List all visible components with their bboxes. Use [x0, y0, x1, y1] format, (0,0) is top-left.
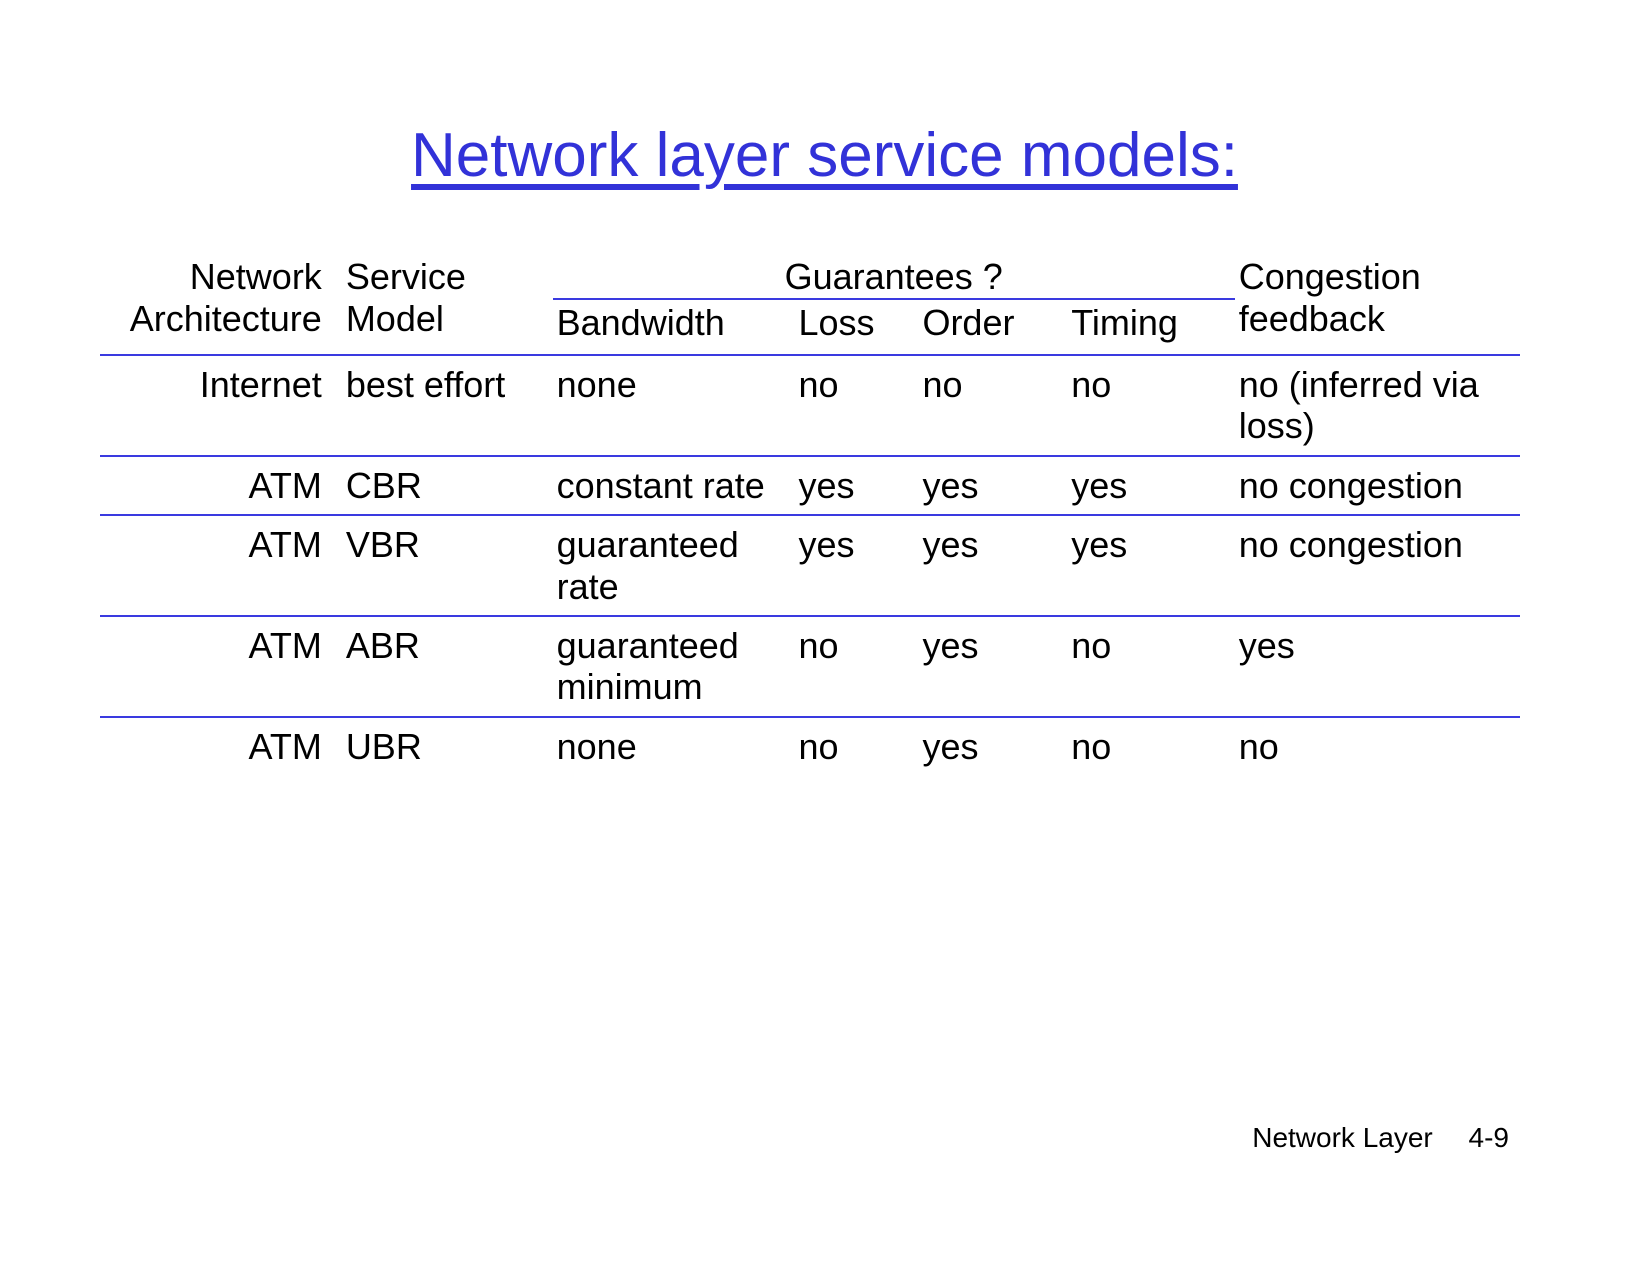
cell-service-model: UBR — [346, 726, 422, 767]
header-timing: Timing — [1071, 302, 1178, 343]
cell-architecture: ATM — [248, 465, 321, 506]
cell-congestion: no — [1239, 726, 1279, 767]
cell-service-model: best effort — [346, 364, 505, 405]
cell-loss: yes — [798, 524, 854, 565]
table-row: ATM UBR none no yes no no — [100, 717, 1520, 775]
cell-architecture: ATM — [248, 524, 321, 565]
cell-loss: no — [798, 625, 838, 666]
cell-congestion: no congestion — [1239, 465, 1463, 506]
service-models-table: Network Architecture Service Model Guara… — [100, 250, 1520, 775]
cell-congestion: no congestion — [1239, 524, 1463, 565]
footer-label: Network Layer — [1252, 1122, 1433, 1153]
cell-order: yes — [922, 465, 978, 506]
cell-loss: yes — [798, 465, 854, 506]
cell-timing: yes — [1071, 465, 1127, 506]
slide-footer: Network Layer 4-9 — [1252, 1122, 1509, 1154]
table-row: ATM ABR guaranteed minimum no yes no yes — [100, 616, 1520, 717]
table-row: ATM CBR constant rate yes yes yes no con… — [100, 456, 1520, 515]
cell-timing: no — [1071, 364, 1111, 405]
cell-service-model: ABR — [346, 625, 420, 666]
cell-timing: yes — [1071, 524, 1127, 565]
cell-order: yes — [922, 625, 978, 666]
cell-bandwidth: none — [557, 726, 637, 767]
cell-congestion: no (inferred via loss) — [1239, 364, 1479, 446]
cell-order: yes — [922, 524, 978, 565]
cell-bandwidth: guaranteed rate — [557, 524, 739, 606]
cell-loss: no — [798, 726, 838, 767]
cell-architecture: ATM — [248, 726, 321, 767]
footer-page-number: 4-9 — [1469, 1122, 1509, 1153]
cell-service-model: VBR — [346, 524, 420, 565]
header-guarantees-group: Guarantees ? — [785, 256, 1003, 297]
cell-bandwidth: none — [557, 364, 637, 405]
header-bandwidth: Bandwidth — [557, 302, 725, 343]
header-architecture: Network Architecture — [130, 256, 322, 339]
cell-congestion: yes — [1239, 625, 1295, 666]
slide-title: Network layer service models: — [0, 120, 1649, 191]
table-row: ATM VBR guaranteed rate yes yes yes no c… — [100, 515, 1520, 616]
cell-architecture: ATM — [248, 625, 321, 666]
cell-order: yes — [922, 726, 978, 767]
cell-bandwidth: constant rate — [557, 465, 765, 506]
cell-loss: no — [798, 364, 838, 405]
table-row: Internet best effort none no no no no (i… — [100, 355, 1520, 456]
cell-architecture: Internet — [200, 364, 322, 405]
cell-bandwidth: guaranteed minimum — [557, 625, 739, 707]
header-service-model: Service Model — [346, 256, 466, 339]
cell-service-model: CBR — [346, 465, 422, 506]
header-order: Order — [922, 302, 1014, 343]
cell-order: no — [922, 364, 962, 405]
header-loss: Loss — [798, 302, 874, 343]
header-congestion: Congestion feedback — [1239, 256, 1421, 339]
cell-timing: no — [1071, 625, 1111, 666]
cell-timing: no — [1071, 726, 1111, 767]
